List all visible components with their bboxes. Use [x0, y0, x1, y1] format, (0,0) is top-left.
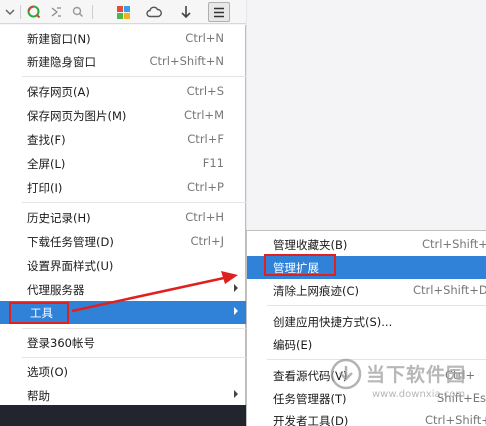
watermark-url: www.downxia.com [372, 389, 466, 400]
watermark-brand: 当下软件园 [366, 364, 467, 386]
watermark-logo-icon [330, 358, 362, 390]
